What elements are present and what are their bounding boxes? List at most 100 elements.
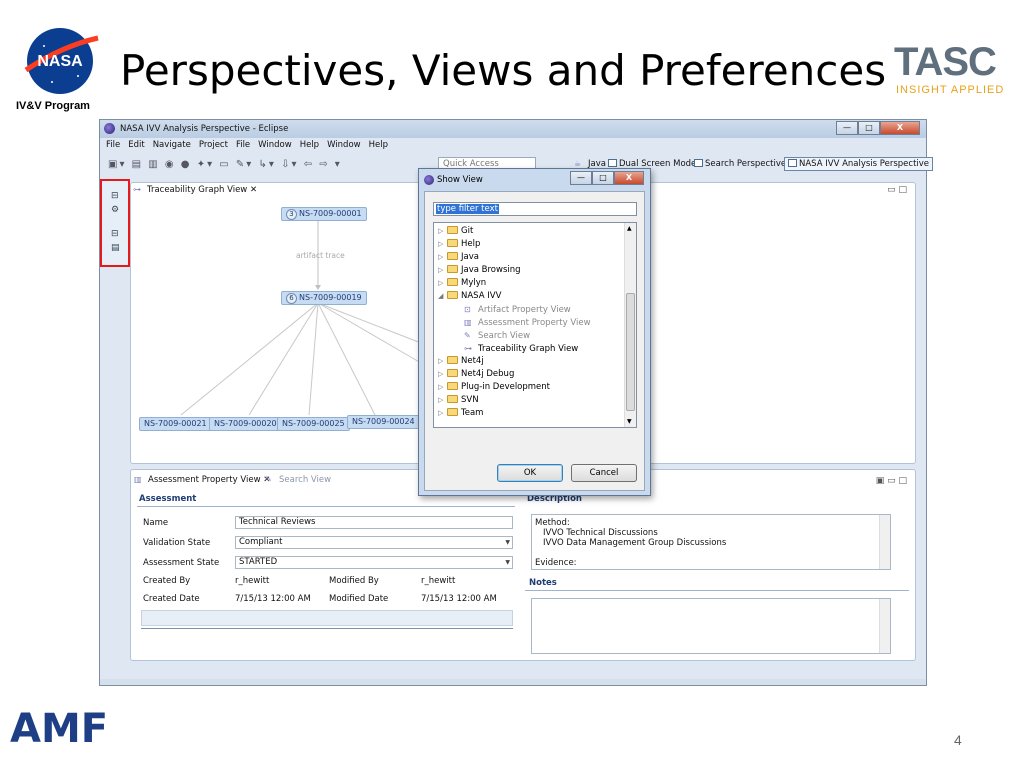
modified-date-label: Modified Date — [329, 594, 389, 604]
menu-help[interactable]: Help — [300, 140, 319, 150]
menu-window[interactable]: Window — [258, 140, 292, 150]
graph-leaf-node[interactable]: NS-7009-00020 — [209, 417, 282, 431]
toolbar-icons[interactable]: ▣▾ ▤ ▥ ◉ ● ✦▾ ▭ ✎▾ ↳▾ ⇩▾ ⇦ ⇨ ▾ — [108, 159, 342, 170]
tree-item-nasa-ivv[interactable]: ◢ NASA IVV — [438, 290, 501, 303]
cancel-button[interactable]: Cancel — [571, 464, 637, 482]
created-date-value: 7/15/13 12:00 AM — [235, 594, 311, 604]
maximize-button[interactable]: □ — [858, 121, 880, 135]
dialog-maximize-button[interactable]: □ — [592, 171, 614, 185]
tab-assessment-property[interactable]: ▥ Assessment Property View ✕ — [134, 475, 270, 485]
expand-icon[interactable]: ▷ — [438, 251, 447, 264]
tree-item-svn[interactable]: ▷ SVN — [438, 394, 479, 407]
description-scrollbar[interactable] — [879, 515, 890, 569]
section-divider — [141, 628, 513, 629]
page-number: 4 — [954, 732, 962, 748]
artifact-view-icon[interactable]: ▤ — [111, 243, 120, 253]
graph-leaf-node[interactable]: NS-7009-00025 — [277, 417, 350, 431]
tree-item-plugin-development[interactable]: ▷ Plug-in Development — [438, 381, 550, 394]
menu-project[interactable]: Project — [199, 140, 228, 150]
graph-node[interactable]: 6 NS-7009-00019 — [281, 291, 367, 305]
description-line: IVVO Data Management Group Discussions — [543, 538, 727, 548]
description-textarea[interactable]: Method: IVVO Technical Discussions IVVO … — [531, 514, 891, 570]
show-view-dialog: Show View — □ X type filter text ▷ Git ▷ H… — [418, 168, 651, 496]
notes-scrollbar[interactable] — [879, 599, 890, 653]
menu-file[interactable]: File — [106, 140, 120, 150]
dropdown-arrow-icon: ▼ — [505, 539, 510, 546]
view-icon[interactable]: ⚙ — [111, 205, 119, 215]
tasc-tagline: INSIGHT APPLIED — [896, 84, 1005, 96]
menu-file-2[interactable]: File — [236, 140, 250, 150]
expand-icon[interactable]: ▷ — [438, 368, 447, 381]
tree-item-java-browsing[interactable]: ▷ Java Browsing — [438, 264, 521, 277]
window-titlebar[interactable]: NASA IVV Analysis Perspective - Eclipse … — [100, 120, 926, 138]
restore-icon[interactable]: ⊟ — [111, 191, 119, 201]
tree-item-artifact-property-view[interactable]: ⊡ Artifact Property View — [464, 303, 571, 316]
minimize-button[interactable]: — — [836, 121, 858, 135]
tree-item-help[interactable]: ▷ Help — [438, 238, 480, 251]
scroll-track[interactable] — [141, 610, 513, 626]
expand-icon[interactable]: ▷ — [438, 355, 447, 368]
restore-icon-2[interactable]: ⊟ — [111, 229, 119, 239]
tree-item-search-view[interactable]: ✎ Search View — [464, 329, 530, 342]
dropdown-arrow-icon: ▼ — [505, 559, 510, 566]
menu-bar: File Edit Navigate Project File Window H… — [106, 140, 388, 150]
menu-help-2[interactable]: Help — [369, 140, 388, 150]
section-divider — [525, 590, 909, 591]
scroll-down-icon[interactable]: ▼ — [627, 418, 632, 425]
created-by-value: r_hewitt — [235, 576, 270, 586]
folder-icon — [447, 395, 458, 403]
tree-item-mylyn[interactable]: ▷ Mylyn — [438, 277, 486, 290]
graph-node[interactable]: 3 NS-7009-00001 — [281, 207, 367, 221]
search-view-icon: ✎ — [464, 331, 471, 340]
graph-leaf-node[interactable]: NS-7009-00024 — [347, 415, 420, 429]
tree-item-assessment-property-view[interactable]: ▥ Assessment Property View — [464, 316, 591, 329]
expand-icon[interactable]: ▷ — [438, 238, 447, 251]
expand-icon[interactable]: ▷ — [438, 381, 447, 394]
close-button[interactable]: X — [880, 121, 920, 135]
filter-input[interactable]: type filter text — [433, 202, 637, 216]
scroll-up-icon[interactable]: ▲ — [627, 225, 632, 232]
tree-item-traceability-graph-view[interactable]: ⊶ Traceability Graph View — [464, 342, 578, 355]
expand-icon[interactable]: ▷ — [438, 407, 447, 420]
node-count-badge: 3 — [286, 209, 297, 220]
scrollbar-thumb[interactable] — [626, 293, 635, 411]
dialog-title: Show View — [437, 175, 483, 185]
ok-button[interactable]: OK — [497, 464, 563, 482]
panel-save-min-max-icons[interactable]: ▣ ▭ □ — [876, 476, 907, 486]
perspective-search[interactable]: Search Perspective — [694, 159, 786, 169]
graph-view-icon: ⊶ — [464, 344, 472, 353]
expand-icon[interactable]: ▷ — [438, 264, 447, 277]
description-line: IVVO Technical Discussions — [543, 528, 658, 538]
menu-edit[interactable]: Edit — [128, 140, 144, 150]
assessment-view-icon: ▥ — [464, 318, 472, 327]
menu-navigate[interactable]: Navigate — [153, 140, 191, 150]
section-divider — [137, 506, 515, 507]
tree-scrollbar[interactable]: ▲ ▼ — [624, 223, 636, 427]
assessment-state-select[interactable]: STARTED ▼ — [235, 556, 513, 569]
eclipse-icon — [104, 123, 115, 134]
assessment-view-icon: ▥ — [134, 475, 142, 484]
collapse-icon[interactable]: ◢ — [438, 290, 447, 303]
tree-item-git[interactable]: ▷ Git — [438, 225, 473, 238]
dialog-close-button[interactable]: X — [614, 171, 644, 185]
tree-item-net4j[interactable]: ▷ Net4j — [438, 355, 484, 368]
tree-item-java[interactable]: ▷ Java — [438, 251, 479, 264]
validation-state-select[interactable]: Compliant ▼ — [235, 536, 513, 549]
amf-logo: AMF — [10, 706, 109, 752]
expand-icon[interactable]: ▷ — [438, 225, 447, 238]
tab-search-view[interactable]: ✎ Search View — [265, 475, 331, 485]
expand-icon[interactable]: ▷ — [438, 277, 447, 290]
expand-icon[interactable]: ▷ — [438, 394, 447, 407]
name-field[interactable]: Technical Reviews — [235, 516, 513, 529]
tree-item-team[interactable]: ▷ Team — [438, 407, 483, 420]
minimized-views-trim: ⊟ ⚙ ⊟ ▤ — [100, 179, 130, 267]
dialog-minimize-button[interactable]: — — [570, 171, 592, 185]
notes-textarea[interactable] — [531, 598, 891, 654]
tree-item-net4j-debug[interactable]: ▷ Net4j Debug — [438, 368, 514, 381]
artifact-view-icon: ⊡ — [464, 305, 471, 314]
graph-leaf-node[interactable]: NS-7009-00021 — [139, 417, 212, 431]
perspective-nasa-ivv[interactable]: NASA IVV Analysis Perspective — [784, 157, 934, 171]
eclipse-icon — [424, 175, 434, 185]
folder-icon — [447, 226, 458, 234]
menu-window-2[interactable]: Window — [327, 140, 361, 150]
